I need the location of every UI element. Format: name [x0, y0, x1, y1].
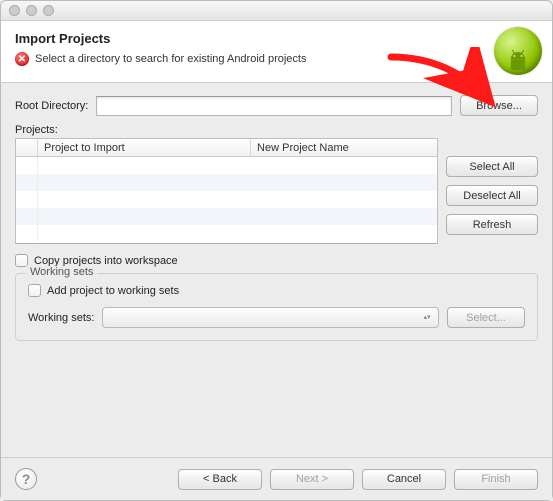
- cancel-button[interactable]: Cancel: [362, 469, 446, 490]
- table-checkbox-header: [16, 139, 38, 156]
- working-sets-select-button[interactable]: Select...: [447, 307, 525, 328]
- page-subtitle: Select a directory to search for existin…: [35, 53, 306, 65]
- add-working-sets-label: Add project to working sets: [47, 285, 179, 297]
- deselect-all-button[interactable]: Deselect All: [446, 185, 538, 206]
- copy-workspace-label: Copy projects into workspace: [34, 255, 178, 267]
- table-col-newname[interactable]: New Project Name: [251, 139, 437, 156]
- finish-button[interactable]: Finish: [454, 469, 538, 490]
- projects-label: Projects:: [15, 124, 538, 136]
- select-all-button[interactable]: Select All: [446, 156, 538, 177]
- working-sets-combo-label: Working sets:: [28, 312, 94, 324]
- titlebar: [1, 1, 552, 21]
- table-body: [16, 157, 437, 243]
- table-col-project[interactable]: Project to Import: [38, 139, 251, 156]
- wizard-footer: ? < Back Next > Cancel Finish: [1, 457, 552, 500]
- wizard-header: Import Projects ✕ Select a directory to …: [1, 21, 552, 83]
- combo-arrows-icon: ▴▾: [422, 310, 432, 326]
- browse-button[interactable]: Browse...: [460, 95, 538, 116]
- working-sets-combo[interactable]: ▴▾: [102, 307, 439, 328]
- next-button[interactable]: Next >: [270, 469, 354, 490]
- zoom-icon[interactable]: [43, 5, 54, 16]
- back-button[interactable]: < Back: [178, 469, 262, 490]
- page-title: Import Projects: [15, 31, 538, 46]
- root-dir-label: Root Directory:: [15, 100, 88, 112]
- projects-table[interactable]: Project to Import New Project Name: [15, 138, 438, 244]
- working-sets-title: Working sets: [26, 266, 97, 278]
- help-icon[interactable]: ?: [15, 468, 37, 490]
- working-sets-group: Working sets Add project to working sets…: [15, 273, 538, 341]
- error-icon: ✕: [15, 52, 29, 66]
- add-working-sets-checkbox[interactable]: [28, 284, 41, 297]
- root-dir-input[interactable]: [96, 96, 452, 116]
- close-icon[interactable]: [9, 5, 20, 16]
- android-icon: [494, 27, 542, 75]
- minimize-icon[interactable]: [26, 5, 37, 16]
- refresh-button[interactable]: Refresh: [446, 214, 538, 235]
